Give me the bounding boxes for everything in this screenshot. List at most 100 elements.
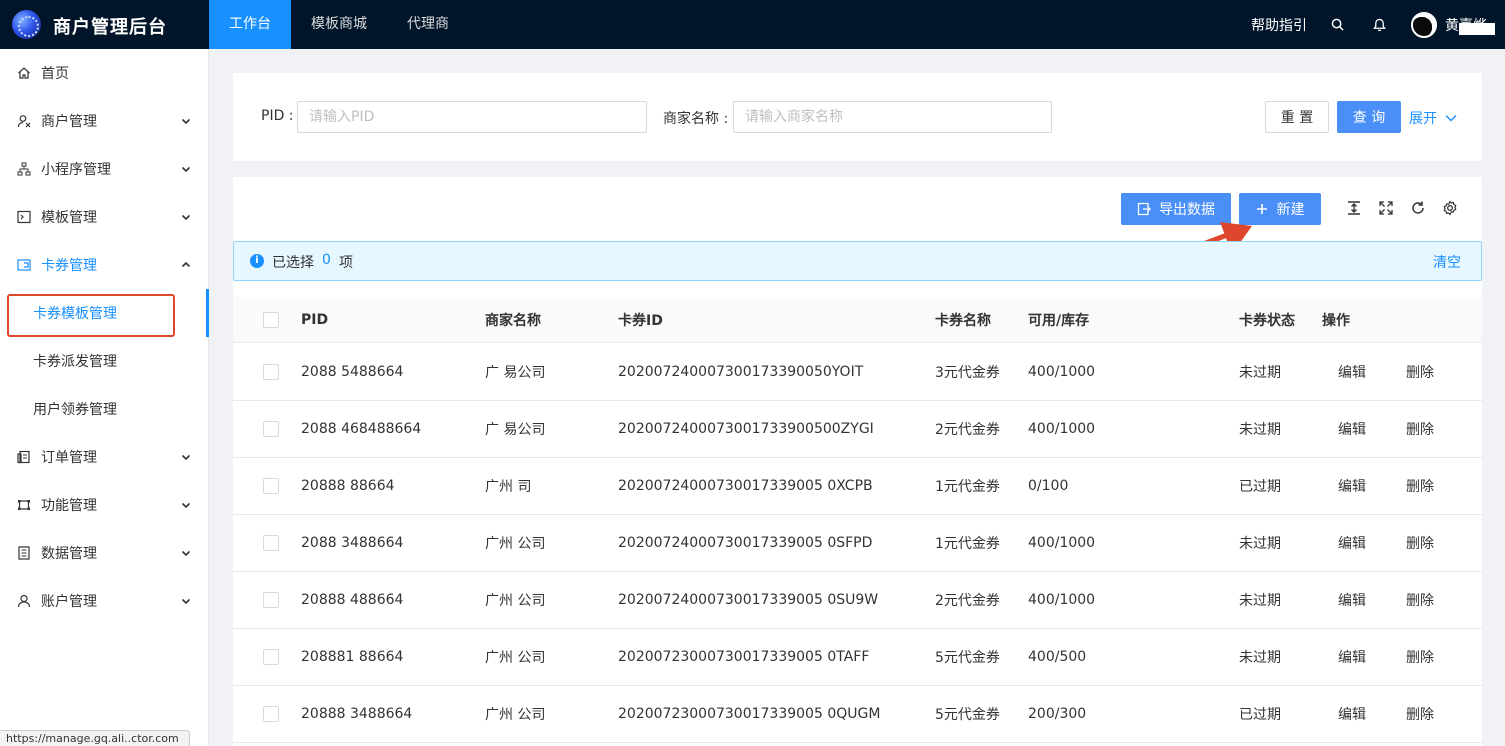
column-height-icon[interactable] [1345,199,1363,217]
edit-link[interactable]: 编辑 [1338,686,1366,742]
delete-link[interactable]: 删除 [1406,572,1434,628]
status-cell: 已过期 [1239,707,1281,723]
selection-alert: i 已选择 0 项 清空 [233,241,1482,281]
column-header[interactable]: 卡券ID [618,297,663,342]
sidebar-item-label: 小程序管理 [41,162,111,178]
sidebar-item-card-template[interactable]: 卡券模板管理 [0,289,209,337]
top-right: 帮助指引 黄嘉烨 [1251,0,1505,49]
card-name-cell: 5元代金券 [935,650,1000,666]
column-header[interactable]: 卡券状态 [1239,297,1295,342]
status-cell: 已过期 [1239,479,1281,495]
sidebar-item-function[interactable]: 功能管理 [0,481,209,529]
query-button[interactable]: 查 询 [1337,101,1401,133]
chevron-down-icon [181,166,191,173]
selection-prefix: 已选择 [272,255,314,271]
pid-cell: 2088 5488664 [301,364,404,380]
search-icon[interactable] [1327,15,1347,35]
export-label: 导出数据 [1159,202,1215,218]
top-nav-agent[interactable]: 代理商 [387,0,469,49]
clear-selection-link[interactable]: 清空 [1433,252,1461,272]
sidebar-item-account[interactable]: 账户管理 [0,577,209,625]
pid-input[interactable]: 请输入PID [297,101,647,133]
edit-link[interactable]: 编辑 [1338,458,1366,514]
edit-link[interactable]: 编辑 [1338,515,1366,571]
select-all-checkbox[interactable] [263,311,279,328]
delete-link[interactable]: 删除 [1406,686,1434,742]
row-checkbox[interactable] [263,478,279,494]
home-icon [17,66,31,80]
table-row: 208881 88664 广州 公司 202007230007300173390… [233,629,1482,686]
row-checkbox[interactable] [263,364,279,380]
sidebar-item-template[interactable]: 模板管理 [0,193,209,241]
help-link[interactable]: 帮助指引 [1251,15,1307,35]
edit-link[interactable]: 编辑 [1338,629,1366,685]
column-header[interactable]: PID [301,297,328,342]
search-panel: PID : 请输入PID 商家名称 : 请输入商家名称 重 置 查 询 展开 [233,73,1482,161]
sidebar-item-label: 首页 [41,66,69,82]
info-icon: i [250,254,264,268]
sidebar-item-card[interactable]: 卡券管理 [0,241,209,289]
settings-icon[interactable] [1441,199,1459,217]
table-row: 2088 5488664 广 易公司 202007240007300173390… [233,344,1482,401]
fullscreen-icon[interactable] [1377,199,1395,217]
row-checkbox[interactable] [263,706,279,722]
row-checkbox[interactable] [263,421,279,437]
edit-link[interactable]: 编辑 [1338,401,1366,457]
bell-icon[interactable] [1369,15,1389,35]
delete-link[interactable]: 删除 [1406,344,1434,400]
sidebar: 首页 商户管理 小程序管理 模板管理 卡券管理 卡券模板管理 卡券派发管理 用户… [0,49,209,746]
delete-link[interactable]: 删除 [1406,458,1434,514]
expand-toggle[interactable]: 展开 [1409,108,1457,128]
user-name[interactable]: 黄嘉烨 [1445,15,1505,35]
sidebar-item-user-coupon[interactable]: 用户领券管理 [0,385,209,433]
sidebar-item-home[interactable]: 首页 [0,49,209,97]
stock-cell: 400/1000 [1028,535,1096,551]
pid-cell: 20888 488664 [301,592,404,608]
table-row: 20888 88664 广州 司 20200724000730017339005… [233,458,1482,515]
reload-icon[interactable] [1409,199,1427,217]
column-header[interactable]: 可用/库存 [1028,297,1089,342]
row-checkbox[interactable] [263,535,279,551]
top-nav-template-mall[interactable]: 模板商城 [291,0,387,49]
row-checkbox[interactable] [263,592,279,608]
merchant-icon [17,114,31,128]
delete-link[interactable]: 删除 [1406,515,1434,571]
delete-link[interactable]: 删除 [1406,401,1434,457]
sidebar-item-card-dispatch[interactable]: 卡券派发管理 [0,337,209,385]
stock-cell: 400/500 [1028,649,1087,665]
table-row: 2088 468488664 广 易公司 2020072400073001733… [233,401,1482,458]
merchant-cell: 广 易公司 [485,365,546,381]
sidebar-item-data[interactable]: 数据管理 [0,529,209,577]
pid-cell: 20888 3488664 [301,706,413,722]
top-nav-workbench[interactable]: 工作台 [209,0,291,49]
table-row: 20888 3488664 广州 公司 20200723000730017339… [233,686,1482,743]
sidebar-item-label: 商户管理 [41,114,97,130]
sidebar-item-label: 功能管理 [41,498,97,514]
create-label: 新建 [1276,202,1305,218]
row-checkbox[interactable] [263,649,279,665]
status-cell: 未过期 [1239,593,1281,609]
column-header[interactable]: 商家名称 [485,297,541,342]
card-id-cell: 20200724000730017339005 0SFPD [618,535,873,551]
merchant-cell: 广州 公司 [485,536,546,552]
merchant-name-input[interactable]: 请输入商家名称 [733,101,1052,133]
edit-link[interactable]: 编辑 [1338,572,1366,628]
merchant-cell: 广州 司 [485,479,532,495]
app-title: 商户管理后台 [53,17,167,38]
merchant-cell: 广州 公司 [485,593,546,609]
reset-button[interactable]: 重 置 [1265,101,1329,133]
sidebar-item-merchant[interactable]: 商户管理 [0,97,209,145]
avatar[interactable] [1411,11,1437,38]
pid-label: PID : [261,108,294,124]
sidebar-item-miniprogram[interactable]: 小程序管理 [0,145,209,193]
edit-link[interactable]: 编辑 [1338,344,1366,400]
card-id-cell: 20200723000730017339005 0TAFF [618,649,870,665]
card-name-cell: 2元代金券 [935,593,1000,609]
sidebar-item-order[interactable]: 订单管理 [0,433,209,481]
column-header[interactable]: 卡券名称 [935,297,991,342]
chevron-down-icon [181,454,191,461]
status-cell: 未过期 [1239,536,1281,552]
delete-link[interactable]: 删除 [1406,629,1434,685]
stock-cell: 0/100 [1028,478,1069,494]
chevron-down-icon [181,502,191,509]
